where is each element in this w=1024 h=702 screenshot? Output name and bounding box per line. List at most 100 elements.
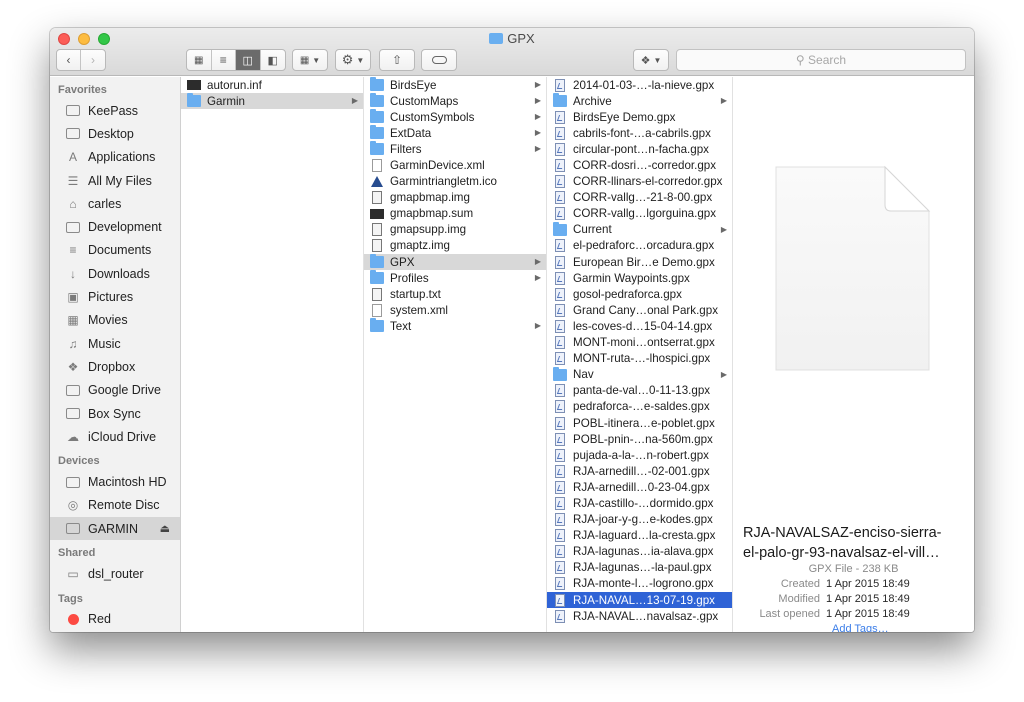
back-button[interactable]: ‹: [57, 50, 82, 70]
file-row[interactable]: POBL-pnin-…na-560m.gpx: [547, 431, 732, 447]
file-row[interactable]: RJA-arnedill…0-23-04.gpx: [547, 479, 732, 495]
file-row[interactable]: gmapbmap.sum: [364, 206, 546, 222]
sidebar-item-music[interactable]: ♫ Music: [50, 332, 180, 355]
action-button[interactable]: ⚙ ▼: [335, 49, 371, 71]
file-row[interactable]: RJA-monte-l…-logrono.gpx: [547, 576, 732, 592]
sidebar-item-pictures[interactable]: ▣ Pictures: [50, 285, 180, 308]
file-row[interactable]: RJA-lagunas…-la-paul.gpx: [547, 560, 732, 576]
sidebar-item-carles[interactable]: ⌂ carles: [50, 192, 180, 215]
file-row[interactable]: RJA-NAVAL…navalsaz-.gpx: [547, 608, 732, 624]
arrange-button[interactable]: ▦ ▼: [292, 49, 328, 71]
file-row[interactable]: el-pedraforc…orcadura.gpx: [547, 238, 732, 254]
sidebar-item-google-drive[interactable]: Google Drive: [50, 379, 180, 402]
file-row[interactable]: system.xml: [364, 302, 546, 318]
column-view-button[interactable]: ◫: [236, 50, 261, 70]
dropbox-button[interactable]: ❖ ▼: [633, 49, 669, 71]
file-row[interactable]: RJA-arnedill…-02-001.gpx: [547, 463, 732, 479]
meta-modified: Modified 1 Apr 2015 18:49: [778, 593, 910, 605]
sidebar-item-macintosh-hd[interactable]: Macintosh HD: [50, 470, 180, 493]
list-view-button[interactable]: ≡: [212, 50, 236, 70]
file-row[interactable]: European Bir…e Demo.gpx: [547, 254, 732, 270]
share-button[interactable]: ⇧: [379, 49, 415, 71]
folder-row[interactable]: CustomSymbols ▶: [364, 109, 546, 125]
forward-button[interactable]: ›: [81, 50, 105, 70]
sidebar-item-documents[interactable]: ≡ Documents: [50, 239, 180, 262]
item-label: Garmin: [207, 94, 246, 108]
file-row[interactable]: Grand Cany…onal Park.gpx: [547, 302, 732, 318]
file-row[interactable]: gmapsupp.img: [364, 222, 546, 238]
item-label: circular-pont…n-facha.gpx: [573, 142, 709, 156]
gpx-file-icon: [555, 255, 565, 269]
search-field[interactable]: ⚲ Search: [676, 49, 966, 71]
file-row[interactable]: circular-pont…n-facha.gpx: [547, 141, 732, 157]
folder-row[interactable]: Filters ▶: [364, 141, 546, 157]
sidebar-item-movies[interactable]: ▦ Movies: [50, 309, 180, 332]
file-row[interactable]: cabrils-font-…a-cabrils.gpx: [547, 125, 732, 141]
file-row[interactable]: gmapbmap.img: [364, 190, 546, 206]
folder-row[interactable]: Archive ▶: [547, 93, 732, 109]
document-preview-icon: [775, 165, 931, 371]
item-label: el-pedraforc…orcadura.gpx: [573, 239, 715, 253]
tag-button[interactable]: [421, 49, 457, 71]
view-mode-control: ▦ ≡ ◫ ◧: [186, 49, 286, 71]
sidebar-section-header: Tags: [58, 592, 83, 605]
cover-flow-button[interactable]: ◧: [261, 50, 285, 70]
folder-row[interactable]: Garmin ▶: [181, 93, 363, 110]
sidebar-item-all-my-files[interactable]: ☰ All My Files: [50, 169, 180, 192]
file-row[interactable]: RJA-joar-y-g…e-kodes.gpx: [547, 512, 732, 528]
sidebar-item-downloads[interactable]: ↓ Downloads: [50, 262, 180, 285]
file-row[interactable]: gmaptz.img: [364, 238, 546, 254]
icon-view-button[interactable]: ▦: [187, 50, 212, 70]
sidebar-item-dsl-router[interactable]: ▭ dsl_router: [50, 562, 180, 585]
sidebar-item-red[interactable]: Red: [50, 608, 180, 631]
file-row[interactable]: startup.txt: [364, 286, 546, 302]
sidebar-item-garmin[interactable]: GARMIN ⏏: [50, 517, 180, 541]
file-row[interactable]: Garmintriangletm.ico: [364, 174, 546, 190]
file-row[interactable]: CORR-vallg…lgorguina.gpx: [547, 206, 732, 222]
folder-row[interactable]: GPX ▶: [364, 254, 546, 271]
nav-buttons: ‹ ›: [56, 49, 106, 71]
finder-window: GPX ‹ › ▦ ≡ ◫ ◧ ▦ ▼ ⚙ ▼ ⇧ ❖ ▼ ⚲ Search F…: [50, 28, 974, 632]
sidebar-item-keepass[interactable]: KeePass: [50, 99, 180, 122]
folder-row[interactable]: Nav ▶: [547, 366, 732, 383]
item-label: autorun.inf: [207, 78, 262, 92]
file-row[interactable]: Garmin Waypoints.gpx: [547, 270, 732, 286]
file-row[interactable]: MONT-moni…ontserrat.gpx: [547, 335, 732, 351]
sidebar-item-dropbox[interactable]: ❖ Dropbox: [50, 355, 180, 378]
item-label: RJA-castillo-…dormido.gpx: [573, 496, 714, 510]
file-row[interactable]: autorun.inf: [181, 77, 363, 93]
file-row[interactable]: 2014-01-03-…-la-nieve.gpx: [547, 77, 732, 93]
file-row[interactable]: pedraforca-…e-saldes.gpx: [547, 399, 732, 415]
file-row[interactable]: CORR-vallg…-21-8-00.gpx: [547, 190, 732, 206]
file-row[interactable]: les-coves-d…15-04-14.gpx: [547, 318, 732, 334]
sidebar-item-development[interactable]: Development: [50, 215, 180, 238]
file-row[interactable]: panta-de-val…0-11-13.gpx: [547, 383, 732, 399]
folder-row[interactable]: Text ▶: [364, 318, 546, 334]
sidebar-item-icloud-drive[interactable]: ☁ iCloud Drive: [50, 425, 180, 448]
sidebar-item-applications[interactable]: A Applications: [50, 146, 180, 169]
eject-icon[interactable]: ⏏: [160, 522, 170, 535]
file-row[interactable]: RJA-lagunas…ia-alava.gpx: [547, 544, 732, 560]
sidebar-item-remote-disc[interactable]: ◎ Remote Disc: [50, 494, 180, 517]
file-row[interactable]: CORR-dosri…-corredor.gpx: [547, 157, 732, 173]
file-row[interactable]: BirdsEye Demo.gpx: [547, 109, 732, 125]
file-row[interactable]: RJA-NAVAL…13-07-19.gpx: [547, 592, 732, 609]
file-row[interactable]: MONT-ruta-…-lhospici.gpx: [547, 351, 732, 367]
file-row[interactable]: CORR-llinars-el-corredor.gpx: [547, 174, 732, 190]
sidebar-item-desktop[interactable]: Desktop: [50, 122, 180, 145]
folder-row[interactable]: BirdsEye ▶: [364, 77, 546, 93]
folder-row[interactable]: ExtData ▶: [364, 125, 546, 141]
file-row[interactable]: pujada-a-la-…n-robert.gpx: [547, 447, 732, 463]
folder-row[interactable]: Current ▶: [547, 221, 732, 238]
file-row[interactable]: RJA-castillo-…dormido.gpx: [547, 495, 732, 511]
file-row[interactable]: gosol-pedraforca.gpx: [547, 286, 732, 302]
folder-row[interactable]: CustomMaps ▶: [364, 93, 546, 109]
add-tags-link[interactable]: Add Tags…: [832, 623, 889, 632]
folder-row[interactable]: Profiles ▶: [364, 270, 546, 286]
item-label: GPX: [390, 255, 415, 269]
file-row[interactable]: POBL-itinera…e-poblet.gpx: [547, 415, 732, 431]
item-label: Profiles: [390, 271, 429, 285]
file-row[interactable]: RJA-laguard…la-cresta.gpx: [547, 528, 732, 544]
file-row[interactable]: GarminDevice.xml: [364, 157, 546, 173]
sidebar-item-box-sync[interactable]: Box Sync: [50, 402, 180, 425]
